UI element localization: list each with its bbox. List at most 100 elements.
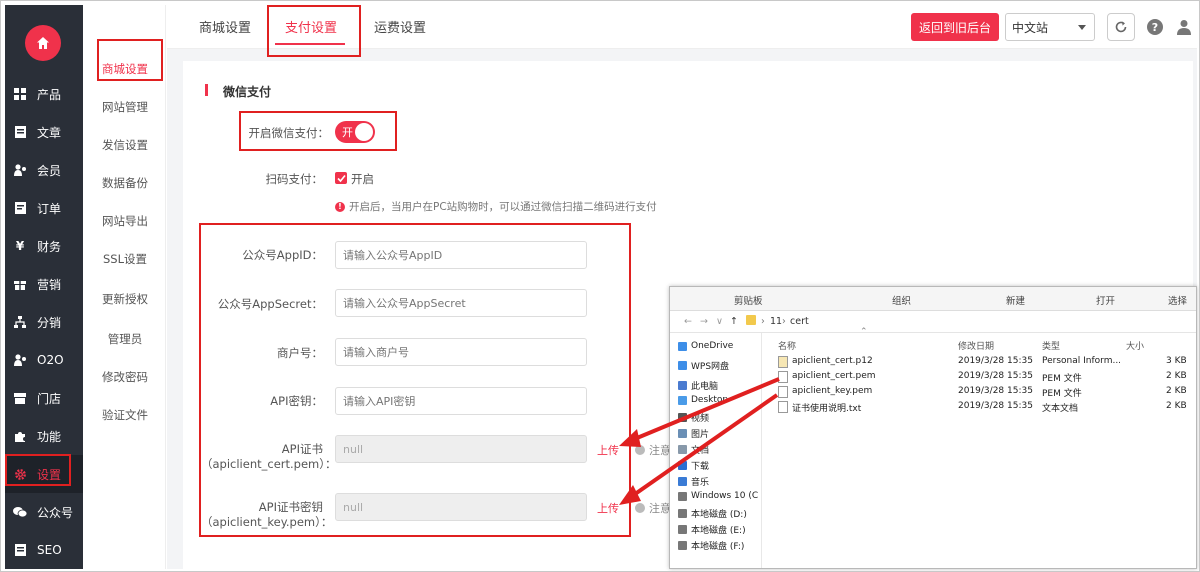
column-header-date[interactable]: 修改日期 xyxy=(958,339,994,352)
nav-onedrive[interactable]: OneDrive xyxy=(678,341,733,351)
sidebar-item-features[interactable]: 功能 xyxy=(5,417,83,455)
sidebar-item-orders[interactable]: 订单 xyxy=(5,189,83,227)
sidebar-item-o2o[interactable]: O2O xyxy=(5,341,83,379)
nav-drive-f[interactable]: 本地磁盘 (F:) xyxy=(678,539,744,552)
breadcrumb-folder-cert[interactable]: cert xyxy=(790,316,809,327)
api-cert-note-text: 注意 xyxy=(649,444,671,457)
merchant-id-input[interactable] xyxy=(335,338,587,366)
file-row[interactable]: apiclient_cert.p12 2019/3/28 15:35 Perso… xyxy=(778,355,1188,369)
appid-input[interactable] xyxy=(335,241,587,269)
subnav-item-admins[interactable]: 管理员 xyxy=(84,331,166,347)
api-cert-label-line1: API证书 xyxy=(281,442,323,456)
nav-label: 本地磁盘 (F:) xyxy=(691,542,745,552)
back-arrow-icon[interactable]: ← xyxy=(684,316,692,327)
file-row[interactable]: apiclient_cert.pem 2019/3/28 15:35 PEM 文… xyxy=(778,370,1188,384)
nav-documents[interactable]: 文档 xyxy=(678,443,709,456)
file-row[interactable]: apiclient_key.pem 2019/3/28 15:35 PEM 文件… xyxy=(778,385,1188,399)
column-header-size[interactable]: 大小 xyxy=(1126,339,1144,352)
nav-wps-drive[interactable]: WPS网盘 xyxy=(678,359,729,372)
sidebar-item-wechat-account[interactable]: 公众号 xyxy=(5,493,83,531)
file-type: Personal Inform... xyxy=(1042,356,1122,366)
sidebar-item-finance[interactable]: ¥ 财务 xyxy=(5,227,83,265)
info-icon xyxy=(635,445,645,455)
subnav-item-mail-settings[interactable]: 发信设置 xyxy=(84,137,166,153)
home-button[interactable] xyxy=(25,25,61,61)
refresh-button[interactable] xyxy=(1107,13,1135,41)
subnav-item-ssl-settings[interactable]: SSL设置 xyxy=(84,251,166,267)
drive-icon xyxy=(678,541,687,550)
nav-videos[interactable]: 视频 xyxy=(678,411,709,424)
sidebar-item-articles[interactable]: 文章 xyxy=(5,113,83,151)
file-icon xyxy=(778,386,788,398)
subnav-item-site-management[interactable]: 网站管理 xyxy=(84,99,166,115)
nav-label: Desktop xyxy=(691,395,729,405)
nav-label: 本地磁盘 (E:) xyxy=(691,526,746,536)
nav-drive-e[interactable]: 本地磁盘 (E:) xyxy=(678,523,746,536)
subnav-item-site-export[interactable]: 网站导出 xyxy=(84,213,166,229)
ribbon-clipboard[interactable]: 剪贴板 xyxy=(734,293,763,307)
file-type: PEM 文件 xyxy=(1042,374,1082,384)
file-name: apiclient_key.pem xyxy=(792,386,873,396)
sidebar-item-products[interactable]: 产品 xyxy=(5,75,83,113)
merchant-id-label: 商户号： xyxy=(277,346,323,360)
nav-drive-c[interactable]: Windows 10 (C xyxy=(678,491,758,501)
sidebar-item-marketing[interactable]: 营销 xyxy=(5,265,83,303)
api-cert-key-input xyxy=(335,493,587,521)
nav-pictures[interactable]: 图片 xyxy=(678,427,709,440)
sidebar-item-seo[interactable]: SEO xyxy=(5,531,83,569)
ribbon-organize[interactable]: 组织 xyxy=(892,293,911,307)
ribbon-new[interactable]: 新建 xyxy=(1006,293,1025,307)
forward-arrow-icon[interactable]: → xyxy=(700,316,708,327)
nav-drive-d[interactable]: 本地磁盘 (D:) xyxy=(678,507,747,520)
user-button[interactable] xyxy=(1171,13,1199,41)
appsecret-input[interactable] xyxy=(335,289,587,317)
nav-this-pc[interactable]: 此电脑 xyxy=(678,379,718,392)
order-icon xyxy=(13,201,27,215)
breadcrumb-folder-11[interactable]: 11 xyxy=(770,316,782,327)
help-button[interactable]: ? xyxy=(1141,13,1169,41)
scan-pay-checkbox[interactable] xyxy=(335,172,347,184)
subnav-item-mall-settings[interactable]: 商城设置 xyxy=(84,61,166,77)
users-icon xyxy=(13,163,27,177)
nav-desktop[interactable]: Desktop xyxy=(678,395,728,405)
api-cert-upload-link[interactable]: 上传 xyxy=(597,442,619,458)
chevron-down-icon[interactable]: ∨ xyxy=(716,316,723,327)
subnav-item-update-license[interactable]: 更新授权 xyxy=(84,291,166,307)
nav-music[interactable]: 音乐 xyxy=(678,475,709,488)
api-key-input[interactable] xyxy=(335,387,587,415)
language-select[interactable]: 中文站 xyxy=(1005,13,1095,41)
main-sidebar: 产品 文章 会员 订单 ¥ 财务 营销 分销 O2O 门店 功能 设置 公众号 … xyxy=(5,5,83,569)
file-row[interactable]: 证书使用说明.txt 2019/3/28 15:35 文本文档 2 KB xyxy=(778,400,1188,414)
chevron-down-icon xyxy=(1078,25,1086,30)
subnav-item-change-password[interactable]: 修改密码 xyxy=(84,369,166,385)
back-to-old-admin-button[interactable]: 返回到旧后台 xyxy=(911,13,999,41)
tab-shipping-settings[interactable]: 运费设置 xyxy=(374,17,426,36)
api-cert-key-upload-link[interactable]: 上传 xyxy=(597,500,619,516)
up-arrow-icon[interactable]: ↑ xyxy=(730,316,738,327)
drive-icon xyxy=(678,525,687,534)
tab-payment-settings[interactable]: 支付设置 xyxy=(285,17,337,36)
ribbon-select[interactable]: 选择 xyxy=(1168,293,1187,307)
enable-wechat-pay-toggle[interactable]: 开 xyxy=(335,121,375,143)
sidebar-item-stores[interactable]: 门店 xyxy=(5,379,83,417)
nav-label: Windows 10 (C xyxy=(691,491,759,501)
tab-mall-settings[interactable]: 商城设置 xyxy=(199,17,251,36)
nav-label: 文档 xyxy=(691,446,710,456)
subnav-item-data-backup[interactable]: 数据备份 xyxy=(84,175,166,191)
column-header-name[interactable]: 名称 xyxy=(778,339,796,352)
sidebar-item-distribution[interactable]: 分销 xyxy=(5,303,83,341)
ribbon-open[interactable]: 打开 xyxy=(1096,293,1115,307)
cloud-icon xyxy=(678,361,687,370)
breadcrumb-separator: › xyxy=(782,316,786,327)
puzzle-icon xyxy=(13,429,27,443)
nav-downloads[interactable]: 下载 xyxy=(678,459,709,472)
refresh-icon xyxy=(1115,21,1127,33)
sidebar-item-label: 订单 xyxy=(37,201,62,216)
column-header-type[interactable]: 类型 xyxy=(1042,339,1060,352)
sidebar-item-settings[interactable]: 设置 xyxy=(5,455,83,493)
explorer-address-bar[interactable]: ← → ∨ ↑ › 11 › cert xyxy=(670,311,1196,333)
cloud-icon xyxy=(678,341,687,351)
subnav-item-verify-file[interactable]: 验证文件 xyxy=(84,407,166,423)
scan-pay-hint-text: 开启后，当用户在PC站购物时，可以通过微信扫描二维码进行支付 xyxy=(349,201,657,213)
sidebar-item-members[interactable]: 会员 xyxy=(5,151,83,189)
